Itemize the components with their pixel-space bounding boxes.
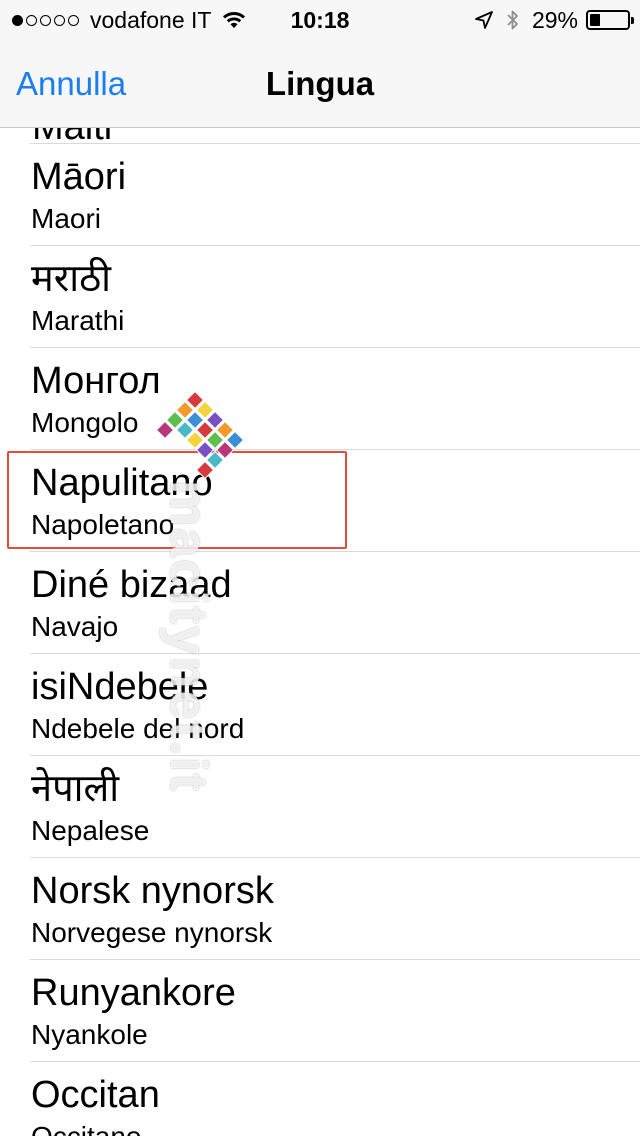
row-separator xyxy=(30,959,640,960)
language-localized-name: Norvegese nynorsk xyxy=(31,917,273,948)
language-localized-name: Marathi xyxy=(31,305,125,336)
language-native-name: मराठी xyxy=(31,258,112,300)
list-item[interactable]: Māori Maori xyxy=(0,143,640,245)
list-item[interactable]: Diné bizaad Navajo xyxy=(0,551,640,653)
list-item[interactable]: Occitan Occitano xyxy=(0,1061,640,1136)
row-separator xyxy=(30,245,640,246)
language-picker-screen: Malti Māori Maori मराठी Marathi Монгол M… xyxy=(0,0,640,1136)
status-bar: vodafone IT 10:18 29% xyxy=(0,0,640,40)
battery-tip xyxy=(631,17,634,24)
page-title: Lingua xyxy=(265,65,375,102)
language-native-name: Монгол xyxy=(31,360,161,402)
language-native-name: Māori xyxy=(31,156,127,198)
battery-percent: 29% xyxy=(531,6,578,33)
row-separator xyxy=(30,449,640,450)
list-item[interactable]: Norsk nynorsk Norvegese nynorsk xyxy=(0,857,640,959)
battery-fill xyxy=(590,14,600,26)
language-native-name: Occitan xyxy=(31,1074,160,1116)
row-separator xyxy=(30,857,640,858)
row-separator xyxy=(30,347,640,348)
highlight-box xyxy=(7,451,347,549)
language-localized-name: Maori xyxy=(31,203,102,234)
language-native-name: isiNdebele xyxy=(31,666,209,708)
language-native-name: Runyankore xyxy=(31,972,236,1014)
language-native-name: Diné bizaad xyxy=(31,564,232,606)
row-separator xyxy=(30,1061,640,1062)
row-separator xyxy=(30,551,640,552)
list-item[interactable]: Runyankore Nyankole xyxy=(0,959,640,1061)
location-arrow-icon xyxy=(475,11,493,29)
language-native-name: नेपाली xyxy=(31,768,120,810)
row-separator xyxy=(30,653,640,654)
language-localized-name: Nepalese xyxy=(31,815,150,846)
list-item-cut: Malti xyxy=(0,128,640,143)
language-localized-name: Navajo xyxy=(31,611,119,642)
list-item[interactable]: Монгол Mongolo xyxy=(0,347,640,449)
language-localized-name: Mongolo xyxy=(31,407,139,438)
language-localized-name: Nyankole xyxy=(31,1019,148,1050)
navigation-bar: Annulla Lingua xyxy=(0,40,640,128)
row-separator xyxy=(30,143,640,144)
list-item[interactable]: isiNdebele Ndebele del nord xyxy=(0,653,640,755)
list-item[interactable]: मराठी Marathi xyxy=(0,245,640,347)
language-native-name: Norsk nynorsk xyxy=(31,870,274,912)
language-localized-name: Ndebele del nord xyxy=(31,713,245,744)
list-item[interactable]: नेपाली Nepalese xyxy=(0,755,640,857)
bluetooth-icon xyxy=(507,10,518,30)
row-separator xyxy=(30,755,640,756)
language-localized-name: Occitano xyxy=(31,1121,142,1136)
cut-item-label: Malti xyxy=(32,128,112,143)
battery-icon xyxy=(586,10,634,30)
